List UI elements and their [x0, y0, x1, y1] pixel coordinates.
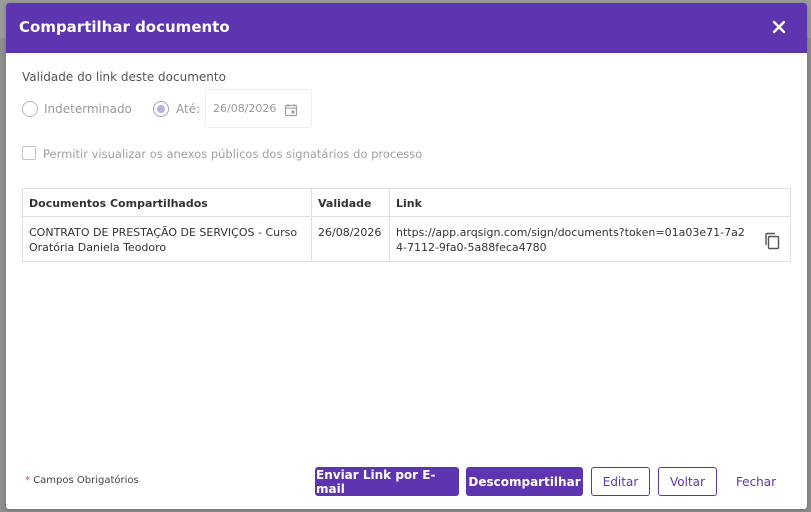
validity-cell: 26/08/2026 [311, 216, 390, 262]
send-link-email-button[interactable]: Enviar Link por E-mail [315, 467, 459, 496]
public-attachments-label: Permitir visualizar os anexos públicos d… [43, 147, 423, 161]
copy-icon[interactable] [764, 232, 780, 250]
radio-until[interactable] [153, 101, 169, 117]
shared-documents-table: Documentos Compartilhados Validade Link … [22, 188, 791, 262]
required-fields-text: Campos Obrigatórios [33, 475, 139, 486]
modal-header: Compartilhar documento [6, 3, 807, 53]
radio-until-label: Até: [176, 102, 201, 116]
edit-button[interactable]: Editar [591, 467, 650, 496]
required-fields-note: * Campos Obrigatórios [25, 475, 139, 486]
back-button[interactable]: Voltar [658, 467, 717, 496]
calendar-icon[interactable] [284, 102, 298, 117]
column-header-link: Link [389, 188, 791, 217]
modal-title: Compartilhar documento [19, 18, 230, 36]
share-document-modal: Compartilhar documento Validade do link … [6, 3, 807, 509]
column-header-documents: Documentos Compartilhados [22, 188, 312, 217]
radio-indeterminate[interactable] [22, 101, 38, 117]
table-header-row: Documentos Compartilhados Validade Link [22, 188, 791, 217]
radio-indeterminate-label: Indeterminado [44, 102, 132, 116]
share-link-text[interactable]: https://app.arqsign.com/sign/documents?t… [396, 226, 745, 254]
link-cell: https://app.arqsign.com/sign/documents?t… [389, 216, 791, 262]
close-button[interactable]: Fechar [726, 467, 786, 496]
date-field[interactable]: 26/08/2026 [205, 89, 312, 128]
column-header-validity: Validade [311, 188, 390, 217]
public-attachments-checkbox[interactable] [22, 146, 36, 160]
validity-options: Indeterminado Até: 26/08/2026 [22, 89, 342, 129]
close-icon[interactable] [769, 17, 789, 37]
validity-label: Validade do link deste documento [22, 70, 226, 84]
unshare-button[interactable]: Descompartilhar [466, 467, 583, 496]
table-row: CONTRATO DE PRESTAÇÃO DE SERVIÇOS - Curs… [22, 216, 791, 262]
required-star: * [25, 475, 30, 486]
document-name-cell: CONTRATO DE PRESTAÇÃO DE SERVIÇOS - Curs… [22, 216, 312, 262]
date-value: 26/08/2026 [213, 102, 277, 115]
